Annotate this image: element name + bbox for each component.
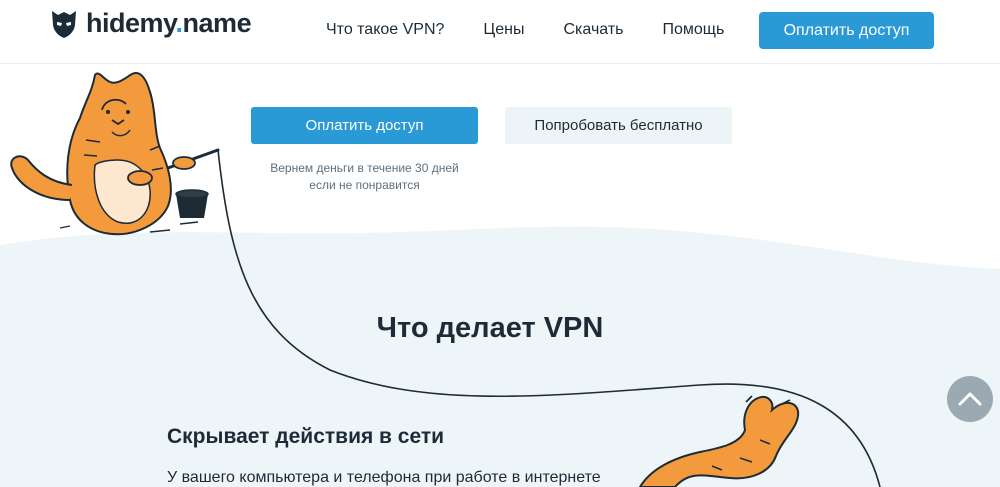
header-pay-button[interactable]: Оплатить доступ (759, 12, 934, 49)
nav-download[interactable]: Скачать (564, 21, 624, 39)
feature-title: Скрывает действия в сети (167, 425, 445, 448)
pay-access-button[interactable]: Оплатить доступ (251, 107, 478, 144)
refund-note: Вернем деньги в течение 30 дней если не … (251, 160, 478, 194)
main-nav: Что такое VPN? Цены Скачать Помощь (326, 21, 763, 39)
feature-text: У вашего компьютера и телефона при работ… (167, 469, 601, 486)
nav-prices[interactable]: Цены (483, 21, 524, 39)
try-free-button[interactable]: Попробовать бесплатно (505, 107, 732, 144)
nav-what-is-vpn[interactable]: Что такое VPN? (326, 21, 444, 39)
section-background (0, 226, 1000, 487)
refund-line-2: если не понравится (309, 178, 420, 192)
logo-text: hidemy.name (86, 8, 252, 38)
nav-help[interactable]: Помощь (663, 21, 725, 39)
chevron-up-icon (958, 392, 982, 406)
site-header: hidemy.name Что такое VPN? Цены Скачать … (0, 0, 1000, 64)
scroll-to-top-button[interactable] (947, 376, 993, 422)
logo[interactable]: hidemy.name (50, 8, 252, 39)
section-title: Что делает VPN (376, 312, 604, 344)
shield-mask-icon (52, 10, 76, 38)
refund-line-1: Вернем деньги в течение 30 дней (270, 161, 459, 175)
